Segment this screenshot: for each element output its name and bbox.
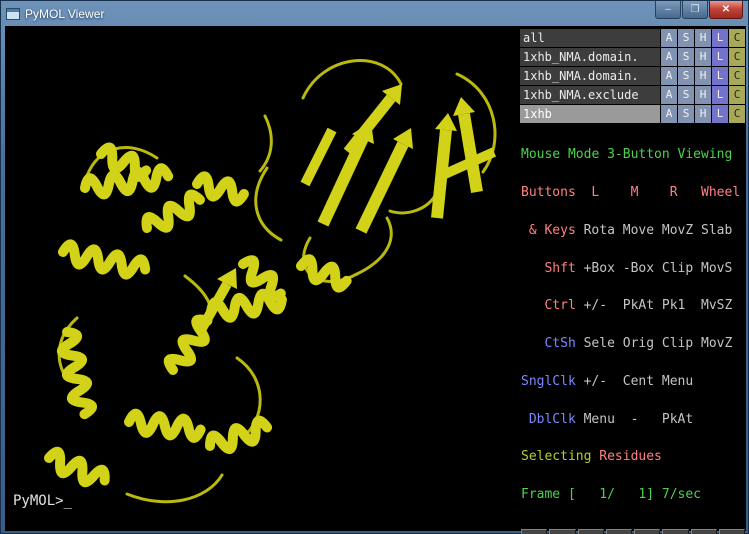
scene-button[interactable]: S [691,529,717,534]
pymol-window: PyMOL Viewer – ❐ ✕ [0,0,749,534]
color-button[interactable]: C [729,29,745,47]
titlebar[interactable]: PyMOL Viewer – ❐ ✕ [1,1,748,26]
movie-menu-icon: ▼ [720,530,744,534]
last-frame-icon: ▶| [663,530,687,534]
command-line[interactable]: PyMOL>_ [13,493,72,509]
action-button[interactable]: A [661,105,677,123]
label-button[interactable]: L [712,67,728,85]
mouse-legend-panel: Mouse Mode 3-Button Viewing Buttons L M R… [519,124,746,527]
show-button[interactable]: S [678,48,694,66]
stop-icon: ■ [579,530,603,534]
viewport-3d[interactable]: PyMOL>_ [5,26,519,531]
show-button[interactable]: S [678,105,694,123]
scene-icon: S [692,530,716,534]
mouse-row-ctrl: Ctrl +/- PkAt Pk1 MvSZ [521,300,746,313]
movie-menu-button[interactable]: ▼ [719,529,745,534]
movie-controls: |◀ ◀ ■ ▶ ▶ ▶| S ▼ [519,527,746,534]
selecting-label: Selecting [521,449,591,464]
selecting-line[interactable]: Selecting Residues [521,451,746,464]
window-content: PyMOL>_ all A S H L C 1xhb_NMA.domain. A… [5,26,746,531]
mouse-row-doubleclick: DblClk Menu - PkAt [521,414,746,427]
object-name[interactable]: 1xhb [520,105,660,123]
minimize-button[interactable]: – [655,1,681,19]
command-cursor: _ [64,493,72,509]
mouse-mode-value: 3-Button Viewing [607,147,732,162]
mouse-row-singleclick: SnglClk +/- Cent Menu [521,376,746,389]
close-button[interactable]: ✕ [709,1,743,19]
label-button[interactable]: L [712,105,728,123]
show-button[interactable]: S [678,86,694,104]
mouse-row-buttons: Buttons L M R Wheel [521,187,746,200]
previous-frame-button[interactable]: ◀ [549,529,575,534]
maximize-button[interactable]: ❐ [682,1,708,19]
color-button[interactable]: C [729,105,745,123]
selecting-value: Residues [599,449,662,464]
hide-button[interactable]: H [695,48,711,66]
action-button[interactable]: A [661,67,677,85]
mouse-row-ctsh: CtSh Sele Orig Clip MovZ [521,338,746,351]
hide-button[interactable]: H [695,86,711,104]
object-row-exclude: 1xhb_NMA.exclude A S H L C [520,86,745,104]
command-prompt: PyMOL> [13,493,64,509]
previous-frame-icon: ◀ [550,530,574,534]
play-icon: ▶ [607,530,631,534]
object-name[interactable]: all [520,29,660,47]
label-button[interactable]: L [712,48,728,66]
hide-button[interactable]: H [695,105,711,123]
mouse-mode-line[interactable]: Mouse Mode 3-Button Viewing [521,149,746,162]
first-frame-button[interactable]: |◀ [521,529,547,534]
show-button[interactable]: S [678,67,694,85]
mouse-row-shift: Shft +Box -Box Clip MovS [521,263,746,276]
object-name[interactable]: 1xhb_NMA.exclude [520,86,660,104]
next-frame-button[interactable]: ▶ [634,529,660,534]
stop-button[interactable]: ■ [578,529,604,534]
mouse-row-keys: & Keys Rota Move MovZ Slab [521,225,746,238]
frame-counter: Frame [ 1/ 1] 7/sec [521,487,701,502]
window-title: PyMOL Viewer [25,7,654,21]
frame-line: Frame [ 1/ 1] 7/sec [521,489,746,502]
first-frame-icon: |◀ [522,530,546,534]
close-icon: ✕ [722,4,730,15]
object-row-1xhb: 1xhb A S H L C [520,105,745,123]
action-button[interactable]: A [661,48,677,66]
mouse-mode-label: Mouse Mode [521,147,599,162]
label-button[interactable]: L [712,29,728,47]
maximize-icon: ❐ [691,4,700,15]
object-row-all: all A S H L C [520,29,745,47]
object-row-domain-2: 1xhb_NMA.domain. A S H L C [520,67,745,85]
action-button[interactable]: A [661,29,677,47]
object-name[interactable]: 1xhb_NMA.domain. [520,67,660,85]
next-frame-icon: ▶ [635,530,659,534]
internal-gui-panel: all A S H L C 1xhb_NMA.domain. A S H L C… [519,26,746,531]
color-button[interactable]: C [729,48,745,66]
object-row-domain-1: 1xhb_NMA.domain. A S H L C [520,48,745,66]
label-button[interactable]: L [712,86,728,104]
hide-button[interactable]: H [695,29,711,47]
color-button[interactable]: C [729,86,745,104]
hide-button[interactable]: H [695,67,711,85]
protein-cartoon-1xhb [5,26,519,531]
color-button[interactable]: C [729,67,745,85]
minimize-icon: – [665,4,671,15]
show-button[interactable]: S [678,29,694,47]
last-frame-button[interactable]: ▶| [662,529,688,534]
action-button[interactable]: A [661,86,677,104]
play-button[interactable]: ▶ [606,529,632,534]
object-name[interactable]: 1xhb_NMA.domain. [520,48,660,66]
window-icon [6,8,20,20]
